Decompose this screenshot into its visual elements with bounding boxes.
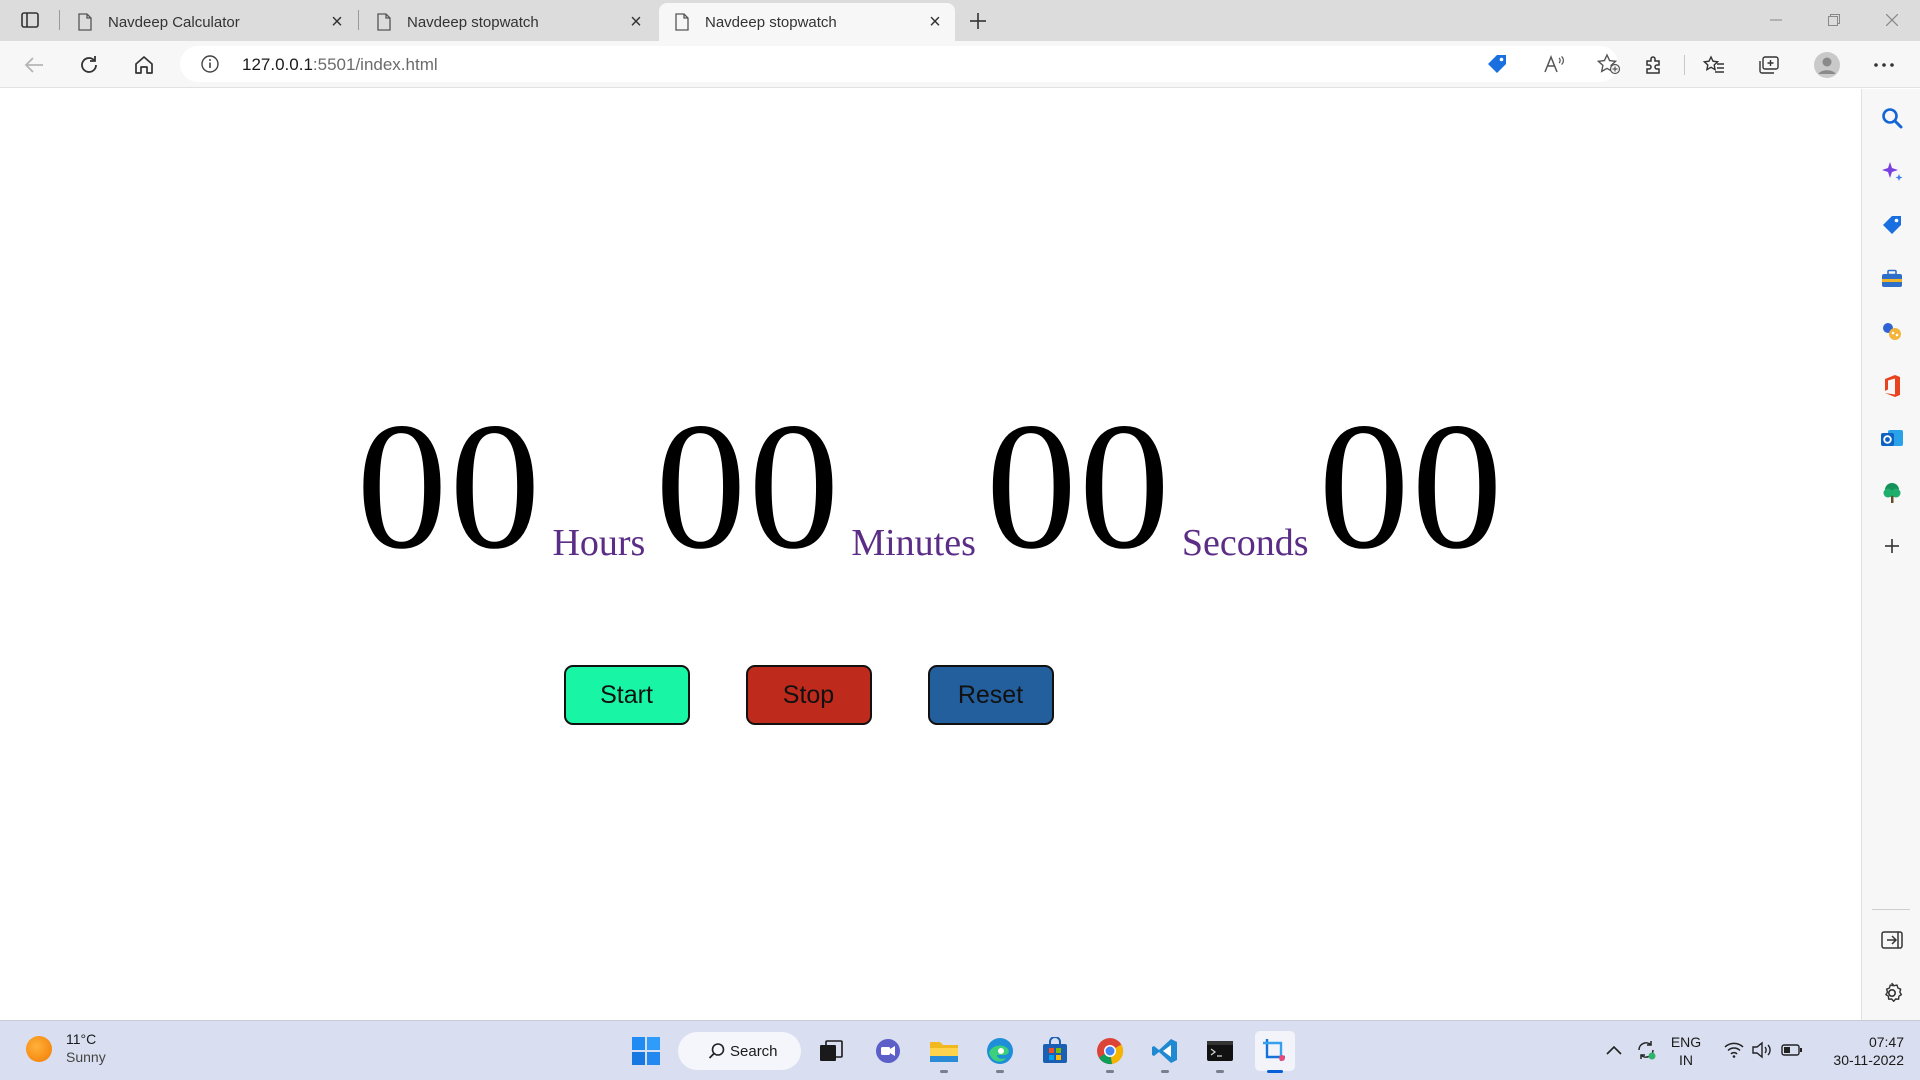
start-button[interactable]: Start [563, 665, 690, 725]
tab-title: Navdeep stopwatch [407, 13, 539, 31]
new-tab-button[interactable] [962, 5, 994, 37]
chrome-icon[interactable] [1090, 1031, 1130, 1073]
close-window-button[interactable] [1863, 0, 1920, 40]
seconds-label: Seconds [1181, 522, 1309, 564]
extensions-icon[interactable] [1636, 48, 1672, 82]
sunny-weather-icon [26, 1036, 52, 1062]
office-icon[interactable] [1879, 373, 1905, 399]
minutes-label: Minutes [851, 522, 976, 564]
url-host: 127.0.0.1 [242, 55, 313, 74]
weather-condition: Sunny [66, 1049, 106, 1065]
task-view-icon[interactable] [811, 1031, 851, 1071]
language-indicator[interactable]: ENG IN [1662, 1033, 1710, 1069]
microsoft-store-icon[interactable] [1035, 1031, 1075, 1071]
terminal-icon[interactable] [1200, 1031, 1240, 1073]
windows-taskbar: 11°C Sunny Search ENG IN 07:47 30-11-202… [0, 1020, 1920, 1080]
discover-sparkle-icon[interactable] [1879, 159, 1905, 185]
stop-button[interactable]: Stop [745, 665, 872, 725]
address-bar[interactable]: 127.0.0.1:5501/index.html [180, 46, 1621, 82]
weather-temperature: 11°C [66, 1031, 97, 1047]
seconds-value: 00 [985, 386, 1172, 587]
page-icon [377, 13, 391, 31]
clock-time: 07:47 [1868, 1034, 1904, 1050]
system-clock[interactable]: 07:47 30-11-2022 [1808, 1033, 1904, 1069]
volume-icon[interactable] [1748, 1035, 1776, 1065]
start-menu-button[interactable] [626, 1031, 666, 1071]
close-tab-icon[interactable]: × [323, 8, 351, 36]
milliseconds-value: 00 [1318, 386, 1505, 587]
games-icon[interactable] [1879, 319, 1905, 345]
more-menu-icon[interactable] [1866, 48, 1902, 82]
tab-actions-icon[interactable] [12, 7, 48, 33]
read-aloud-icon[interactable] [1541, 52, 1567, 76]
settings-gear-icon[interactable] [1879, 980, 1905, 1006]
battery-icon[interactable] [1778, 1035, 1806, 1065]
teams-chat-icon[interactable] [868, 1031, 908, 1071]
edge-browser-icon[interactable] [980, 1031, 1020, 1073]
add-sidebar-app-icon[interactable] [1879, 533, 1905, 559]
tab-stopwatch-active[interactable]: Navdeep stopwatch × [659, 3, 955, 41]
url-text[interactable]: 127.0.0.1:5501/index.html [242, 55, 438, 75]
shopping-icon[interactable] [1879, 212, 1905, 238]
shopping-tag-icon[interactable] [1484, 52, 1510, 76]
hide-sidebar-icon[interactable] [1879, 927, 1905, 953]
back-button[interactable] [16, 48, 52, 82]
page-icon [78, 13, 92, 31]
reset-button[interactable]: Reset [927, 665, 1054, 725]
add-favorite-icon[interactable] [1596, 52, 1622, 76]
search-icon [708, 1043, 725, 1059]
navigation-bar: 127.0.0.1:5501/index.html [0, 41, 1920, 88]
sidebar-separator [1872, 909, 1910, 910]
stopwatch-display: 00 Hours 00 Minutes 00 Seconds 00 [0, 386, 1861, 587]
minimize-button[interactable] [1747, 0, 1805, 40]
tab-title: Navdeep stopwatch [705, 13, 837, 31]
tab-calculator[interactable]: Navdeep Calculator × [62, 3, 357, 41]
tools-briefcase-icon[interactable] [1879, 266, 1905, 292]
file-explorer-icon[interactable] [924, 1031, 964, 1073]
url-path: :5501/index.html [312, 55, 438, 74]
site-info-icon[interactable] [200, 54, 220, 74]
refresh-button[interactable] [71, 48, 107, 82]
search-icon[interactable] [1879, 105, 1905, 131]
e-tree-icon[interactable] [1879, 480, 1905, 506]
tab-strip: Navdeep Calculator × Navdeep stopwatch ×… [0, 0, 1920, 41]
search-label: Search [730, 1042, 778, 1060]
sync-icon[interactable] [1632, 1035, 1660, 1065]
snipping-tool-icon[interactable] [1255, 1031, 1295, 1073]
clock-date: 30-11-2022 [1833, 1052, 1904, 1068]
page-content: 00 Hours 00 Minutes 00 Seconds 00 Start … [0, 89, 1861, 1020]
hours-label: Hours [552, 522, 646, 564]
minutes-value: 00 [655, 386, 842, 587]
tab-title: Navdeep Calculator [108, 13, 240, 31]
edge-sidebar [1861, 89, 1920, 1020]
favorites-icon[interactable] [1696, 48, 1732, 82]
taskbar-search[interactable]: Search [678, 1032, 801, 1070]
close-tab-icon[interactable]: × [622, 8, 650, 36]
page-icon [675, 13, 689, 31]
close-tab-icon[interactable]: × [921, 8, 949, 36]
profile-avatar[interactable] [1809, 48, 1845, 82]
collections-icon[interactable] [1751, 48, 1787, 82]
toolbar-separator [1684, 55, 1685, 75]
tab-stopwatch[interactable]: Navdeep stopwatch × [361, 3, 656, 41]
tab-separator [358, 10, 359, 30]
home-button[interactable] [126, 48, 162, 82]
hours-value: 00 [356, 386, 543, 587]
wifi-icon[interactable] [1720, 1035, 1748, 1065]
outlook-icon[interactable] [1879, 426, 1905, 452]
show-hidden-icons-chevron[interactable] [1600, 1035, 1628, 1065]
language-primary: ENG [1670, 1034, 1702, 1050]
restore-button[interactable] [1805, 0, 1863, 40]
weather-widget[interactable]: 11°C Sunny [26, 1031, 106, 1067]
vscode-icon[interactable] [1145, 1031, 1185, 1073]
stopwatch-controls: Start Stop Reset [0, 665, 1861, 725]
tab-separator [59, 10, 60, 30]
language-secondary: IN [1679, 1052, 1693, 1068]
